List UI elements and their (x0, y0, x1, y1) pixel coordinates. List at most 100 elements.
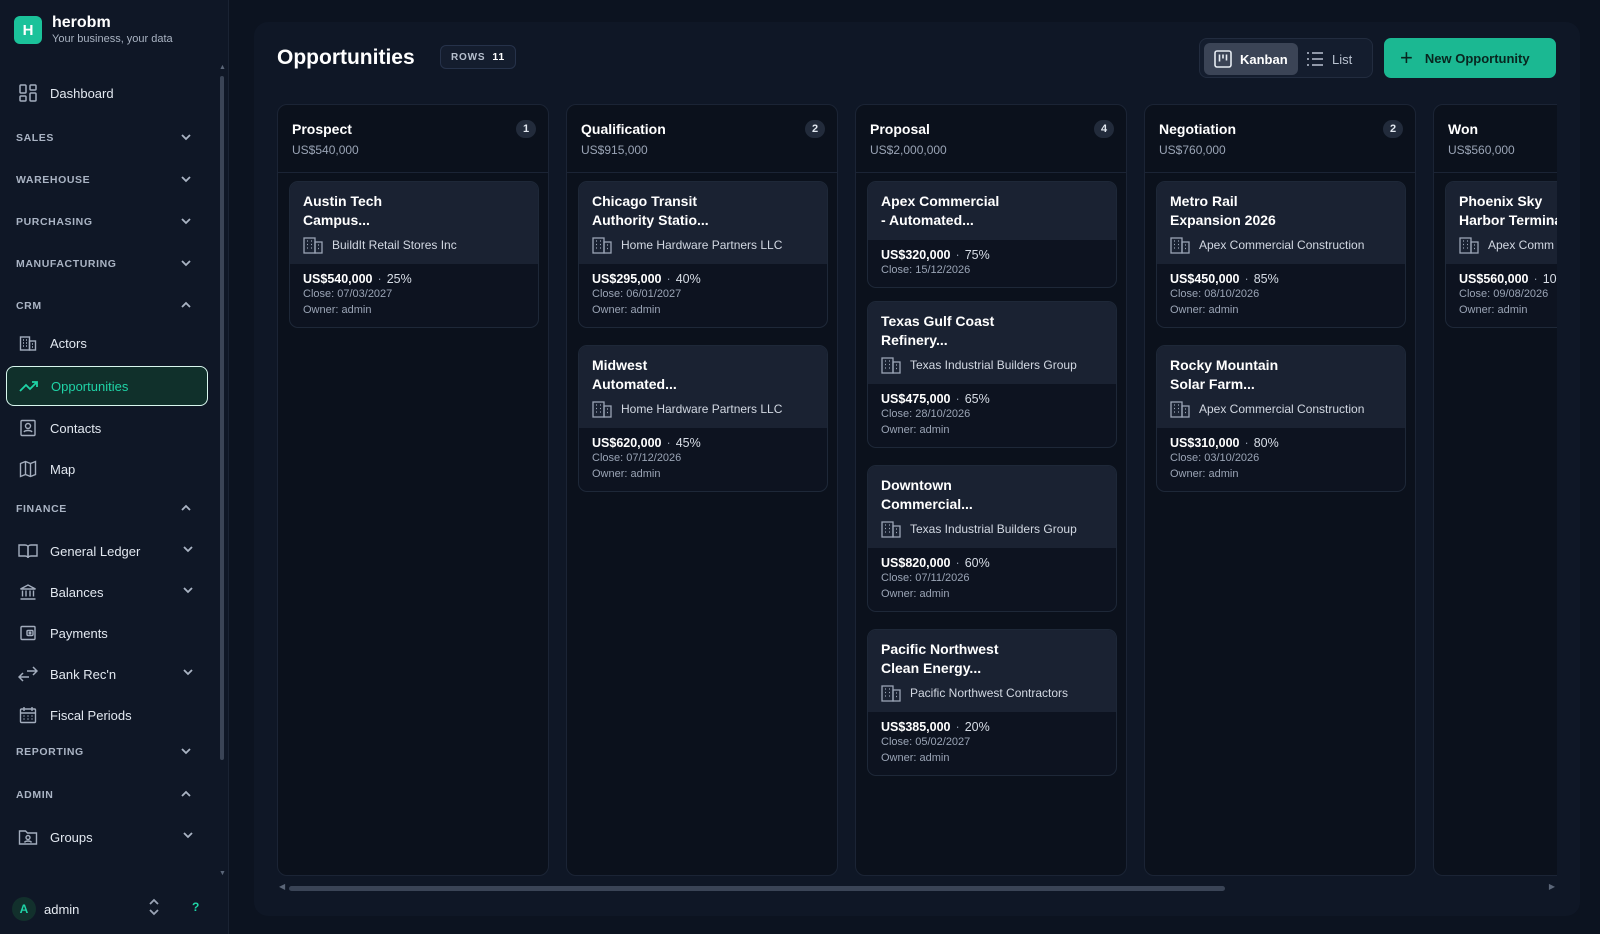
rows-badge: ROWS 11 (440, 45, 517, 69)
sidebar-item-opportunities[interactable]: Opportunities (6, 366, 208, 406)
sidebar-item-label: Contacts (50, 420, 102, 436)
brand[interactable]: H herobm Your business, your data (14, 14, 173, 46)
section-purchasing[interactable]: PURCHASING (16, 212, 192, 232)
card-amount: US$620,000 · 45% (592, 436, 701, 450)
card-owner: Owner: admin (881, 424, 950, 436)
user-menu[interactable]: A admin ? (12, 896, 212, 922)
chevron-updown-icon[interactable] (148, 896, 160, 923)
section-sales[interactable]: SALES (16, 128, 192, 148)
sidebar-item-actors[interactable]: Actors (6, 325, 208, 361)
card-company: BuildIt Retail Stores Inc (303, 236, 525, 264)
column-count: 1 (516, 120, 536, 138)
opportunity-card[interactable]: Midwest Automated... Home Hardware Partne… (578, 345, 828, 492)
trending-up-icon (19, 376, 39, 396)
avatar: A (12, 897, 36, 921)
column-title: Qualification (581, 121, 666, 137)
chevron-down-icon (180, 745, 192, 760)
opportunity-card[interactable]: Chicago Transit Authority Statio... Home … (578, 181, 828, 328)
card-owner: Owner: admin (592, 304, 661, 316)
sidebar-item-contacts[interactable]: Contacts (6, 410, 208, 446)
opportunity-card[interactable]: Phoenix Sky Harbor Termina Apex Comm US$5… (1445, 181, 1557, 328)
column-qualification: Qualification US$915,000 2 Chicago Trans… (566, 104, 838, 876)
sidebar-scroll-thumb[interactable] (220, 76, 224, 760)
column-count: 4 (1094, 120, 1114, 138)
card-close-date: Close: 05/02/2027 (881, 736, 971, 748)
card-company: Apex Commercial Construction (1170, 400, 1392, 428)
column-title: Won (1448, 121, 1479, 137)
sidebar-item-bank-recn[interactable]: Bank Rec'n (6, 656, 208, 692)
folder-user-icon (18, 827, 38, 847)
new-opportunity-button[interactable]: + New Opportunity (1384, 38, 1556, 78)
card-amount: US$310,000 · 80% (1170, 436, 1279, 450)
opportunity-card[interactable]: Apex Commercial - Automated... US$320,000… (867, 181, 1117, 288)
building-icon (1459, 237, 1479, 254)
sidebar-item-payments[interactable]: Payments (6, 615, 208, 651)
card-amount: US$475,000 · 65% (881, 392, 990, 406)
list-view-button[interactable]: List (1306, 43, 1352, 75)
user-name: admin (44, 901, 80, 917)
section-crm[interactable]: CRM (16, 296, 192, 316)
section-label: CRM (16, 300, 42, 312)
scroll-up-icon[interactable]: ▲ (219, 64, 226, 71)
card-title: Apex Commercial - Automated... (881, 193, 1000, 228)
card-owner: Owner: admin (1170, 468, 1239, 480)
section-finance[interactable]: FINANCE (16, 499, 192, 519)
sidebar-item-balances[interactable]: Balances (6, 574, 208, 610)
card-close-date: Close: 28/10/2026 (881, 408, 971, 420)
sidebar-item-map[interactable]: Map (6, 451, 208, 487)
book-icon (18, 541, 38, 561)
kanban-board: Prospect US$540,000 1 Austin Tech Campus.… (277, 104, 1557, 876)
column-total: US$760,000 (1159, 143, 1226, 157)
card-title: Austin Tech Campus... (303, 193, 383, 228)
section-admin[interactable]: ADMIN (16, 785, 192, 805)
opportunity-card[interactable]: Texas Gulf Coast Refinery... Texas Indust… (867, 301, 1117, 448)
board-scroll-thumb[interactable] (289, 886, 1225, 891)
opportunity-card[interactable]: Rocky Mountain Solar Farm... Apex Commerc… (1156, 345, 1406, 492)
opportunity-card[interactable]: Pacific Northwest Clean Energy... Pacific… (867, 629, 1117, 776)
column-total: US$915,000 (581, 143, 648, 157)
column-title: Prospect (292, 121, 352, 137)
bank-icon (18, 582, 38, 602)
board-horizontal-scrollbar[interactable]: ◀ ▶ (277, 882, 1557, 894)
card-close-date: Close: 08/10/2026 (1170, 288, 1260, 300)
opportunity-card[interactable]: Downtown Commercial... Texas Industrial B… (867, 465, 1117, 612)
sidebar-item-label: Balances (50, 584, 104, 600)
sidebar-item-groups[interactable]: Groups (6, 819, 208, 855)
section-label: FINANCE (16, 503, 67, 515)
section-warehouse[interactable]: WAREHOUSE (16, 170, 192, 190)
building-icon (592, 237, 612, 254)
section-manufacturing[interactable]: MANUFACTURING (16, 254, 192, 274)
opportunity-card[interactable]: Metro Rail Expansion 2026 Apex Commercial… (1156, 181, 1406, 328)
card-owner: Owner: admin (881, 588, 950, 600)
sidebar-item-general-ledger[interactable]: General Ledger (6, 533, 208, 569)
card-close-date: Close: 06/01/2027 (592, 288, 682, 300)
sidebar: H herobm Your business, your data Dashbo… (0, 0, 229, 934)
scroll-right-icon[interactable]: ▶ (1549, 882, 1555, 891)
brand-logo: H (14, 16, 42, 44)
column-won: Won US$560,000 Phoenix Sky Harbor Termina… (1433, 104, 1557, 876)
column-proposal: Proposal US$2,000,000 4 Apex Commercial -… (855, 104, 1127, 876)
section-reporting[interactable]: REPORTING (16, 742, 192, 762)
building-icon (1170, 237, 1190, 254)
card-title: Pacific Northwest Clean Energy... (881, 641, 999, 676)
chevron-down-icon (182, 666, 194, 681)
sidebar-item-dashboard[interactable]: Dashboard (6, 75, 208, 111)
opportunity-card[interactable]: Austin Tech Campus... BuildIt Retail Stor… (289, 181, 539, 328)
card-title: Phoenix Sky Harbor Termina (1459, 193, 1557, 228)
scroll-left-icon[interactable]: ◀ (279, 882, 285, 891)
card-company: Apex Comm (1459, 236, 1557, 264)
brand-name: herobm (52, 14, 111, 31)
sidebar-item-label: Groups (50, 829, 93, 845)
card-close-date: Close: 09/08/2026 (1459, 288, 1549, 300)
column-header: Negotiation US$760,000 2 (1145, 105, 1415, 173)
sidebar-scrollbar[interactable]: ▲ ▼ (219, 64, 226, 878)
scroll-down-icon[interactable]: ▼ (219, 870, 226, 877)
column-header: Prospect US$540,000 1 (278, 105, 548, 173)
list-icon (1307, 52, 1323, 66)
sidebar-item-fiscal-periods[interactable]: Fiscal Periods (6, 697, 208, 733)
help-icon[interactable]: ? (192, 900, 199, 914)
kanban-view-button[interactable]: Kanban (1204, 43, 1298, 75)
chevron-down-icon (180, 173, 192, 188)
chevron-up-icon (180, 299, 192, 314)
sidebar-item-label: Opportunities (51, 378, 129, 394)
